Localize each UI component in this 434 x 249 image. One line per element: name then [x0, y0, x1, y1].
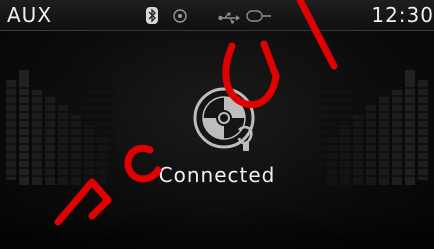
aux-cable-icon — [246, 8, 272, 27]
bluetooth-icon — [146, 7, 158, 28]
aux-disc-icon — [193, 87, 255, 151]
connection-status: Connected — [158, 163, 276, 187]
status-bar: AUX 12:30 — [0, 0, 434, 31]
usb-icon — [218, 9, 240, 28]
floor-shadow — [0, 209, 434, 249]
aux-screen: AUX 12:30 Connected — [0, 0, 434, 249]
clock: 12:30 — [371, 3, 434, 27]
disc-icon — [173, 8, 187, 27]
source-label: AUX — [7, 3, 53, 27]
